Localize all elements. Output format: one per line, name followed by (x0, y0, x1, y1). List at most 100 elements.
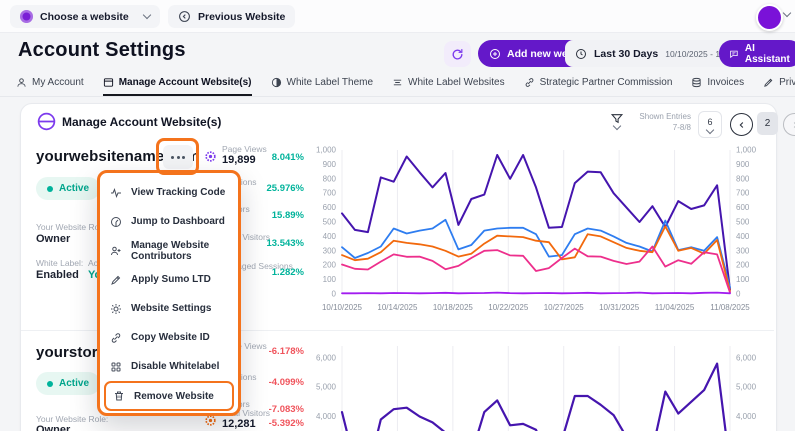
tab-strategic-partner-commission[interactable]: Strategic Partner Commission (524, 73, 673, 96)
svg-text:900: 900 (323, 160, 337, 169)
menu-item-website-settings[interactable]: Website Settings (100, 294, 238, 323)
dashboard-icon (111, 216, 121, 227)
page-size-select[interactable]: 6 (698, 111, 722, 138)
refresh-icon (452, 48, 463, 59)
gear-icon (111, 303, 121, 314)
svg-text:1,000: 1,000 (736, 146, 757, 155)
role-value: Owner (36, 233, 71, 245)
chevron-down-icon (142, 10, 152, 20)
status-dot-icon (47, 380, 53, 387)
choose-website-dropdown[interactable]: Choose a website (10, 5, 160, 28)
avatar-chevron-icon[interactable] (782, 8, 792, 18)
previous-website-button[interactable]: Previous Website (168, 5, 296, 28)
svg-text:10/27/2025: 10/27/2025 (544, 303, 585, 312)
current-page-indicator: 2 (757, 112, 778, 135)
role-label: Your Website Role: (36, 414, 109, 424)
svg-text:600: 600 (736, 203, 750, 212)
menu-item-label: Remove Website (134, 390, 214, 402)
ai-assistant-label: AI Assistant (744, 42, 790, 65)
whitelabel-label: White Label: (36, 258, 84, 268)
website-context-menu: View Tracking Code Jump to Dashboard Man… (97, 170, 241, 416)
menu-item-label: Manage Website Contributors (131, 239, 210, 262)
tab-invoices[interactable]: Invoices (691, 73, 744, 96)
contrast-icon (271, 77, 281, 88)
shown-entries-value: 7-8/8 (672, 122, 691, 132)
settings-tabs: My Account Manage Account Website(s) Whi… (0, 73, 795, 97)
choose-website-label: Choose a website (40, 10, 129, 23)
menu-item-remove-website[interactable]: Remove Website (104, 381, 234, 411)
svg-text:10/22/2025: 10/22/2025 (488, 303, 529, 312)
chat-icon (730, 50, 738, 58)
role-value: Owner (36, 424, 71, 431)
activity-icon (111, 187, 121, 198)
svg-text:500: 500 (323, 218, 337, 227)
whitelabel-value: Enabled (36, 269, 79, 281)
menu-item-apply-sumo-ltd[interactable]: Apply Sumo LTD (100, 265, 238, 294)
menu-item-label: Website Settings (131, 303, 212, 314)
next-page-button[interactable] (783, 113, 795, 136)
tab-label: White Label Theme (286, 77, 374, 88)
user-avatar[interactable] (756, 4, 783, 31)
svg-text:400: 400 (736, 232, 750, 241)
account-settings-screen: Choose a website Previous Website Accoun… (0, 0, 795, 431)
svg-text:800: 800 (323, 174, 337, 183)
panel-title: Manage Account Website(s) (62, 115, 222, 129)
menu-item-view-tracking-code[interactable]: View Tracking Code (100, 178, 238, 207)
tab-label: Privacy Consents (779, 77, 795, 88)
svg-text:10/10/2025: 10/10/2025 (322, 303, 363, 312)
website-globe-icon (20, 10, 33, 23)
refresh-button[interactable] (444, 41, 471, 67)
plus-circle-icon (490, 48, 500, 59)
arrow-right-icon (793, 121, 795, 128)
tab-label: Strategic Partner Commission (539, 77, 673, 88)
marker-icon (111, 275, 121, 285)
status-badge: Active (36, 372, 101, 395)
tab-white-label-theme[interactable]: White Label Theme (271, 73, 374, 96)
stat-change: -5.392% (268, 418, 304, 429)
status-dot-icon (47, 185, 53, 192)
menu-item-label: Disable Whitelabel (131, 361, 220, 372)
svg-text:10/18/2025: 10/18/2025 (433, 303, 474, 312)
svg-text:900: 900 (736, 160, 750, 169)
svg-text:600: 600 (323, 203, 337, 212)
menu-item-label: Copy Website ID (131, 332, 210, 343)
shown-entries-label: Shown Entries (639, 112, 691, 121)
highlight-annotation-box (156, 138, 199, 175)
link-icon (525, 78, 533, 87)
tab-label: My Account (32, 77, 84, 88)
stat-change: 8.041% (271, 152, 304, 163)
menu-item-jump-to-dashboard[interactable]: Jump to Dashboard (100, 207, 238, 236)
svg-text:4,000: 4,000 (316, 412, 337, 421)
svg-text:11/08/2025: 11/08/2025 (710, 303, 750, 312)
menu-item-label: View Tracking Code (131, 187, 226, 198)
svg-text:6,000: 6,000 (736, 353, 757, 362)
tab-manage-account-websites[interactable]: Manage Account Website(s) (102, 73, 252, 96)
menu-item-copy-website-id[interactable]: Copy Website ID (100, 323, 238, 352)
svg-text:0: 0 (332, 290, 337, 299)
previous-page-button[interactable] (730, 113, 753, 136)
layers-icon (692, 77, 702, 88)
user-icon (17, 78, 26, 87)
tab-white-label-websites[interactable]: White Label Websites (392, 73, 505, 96)
shown-entries: Shown Entries 7-8/8 (625, 112, 691, 134)
clock-icon (576, 48, 586, 59)
top-bar: Choose a website Previous Website (0, 0, 795, 33)
svg-text:11/04/2025: 11/04/2025 (655, 303, 695, 312)
website-panel-icon (37, 112, 56, 131)
user-plus-icon (111, 246, 121, 255)
svg-text:4,000: 4,000 (736, 412, 757, 421)
svg-text:100: 100 (736, 275, 750, 284)
svg-text:500: 500 (736, 218, 750, 227)
ai-assistant-button[interactable]: AI Assistant (719, 40, 795, 67)
svg-text:1,000: 1,000 (316, 146, 337, 155)
svg-text:800: 800 (736, 174, 750, 183)
svg-text:0: 0 (736, 290, 741, 299)
page-views-icon (205, 151, 216, 162)
menu-item-disable-whitelabel[interactable]: Disable Whitelabel (100, 352, 238, 381)
tab-label: Manage Account Website(s) (118, 77, 252, 88)
page-title: Account Settings (18, 39, 186, 61)
menu-item-manage-website-contributors[interactable]: Manage Website Contributors (100, 236, 238, 265)
tab-privacy-consents[interactable]: Privacy Consents (763, 73, 795, 96)
tab-label: Invoices (707, 77, 745, 88)
tab-my-account[interactable]: My Account (16, 73, 84, 96)
